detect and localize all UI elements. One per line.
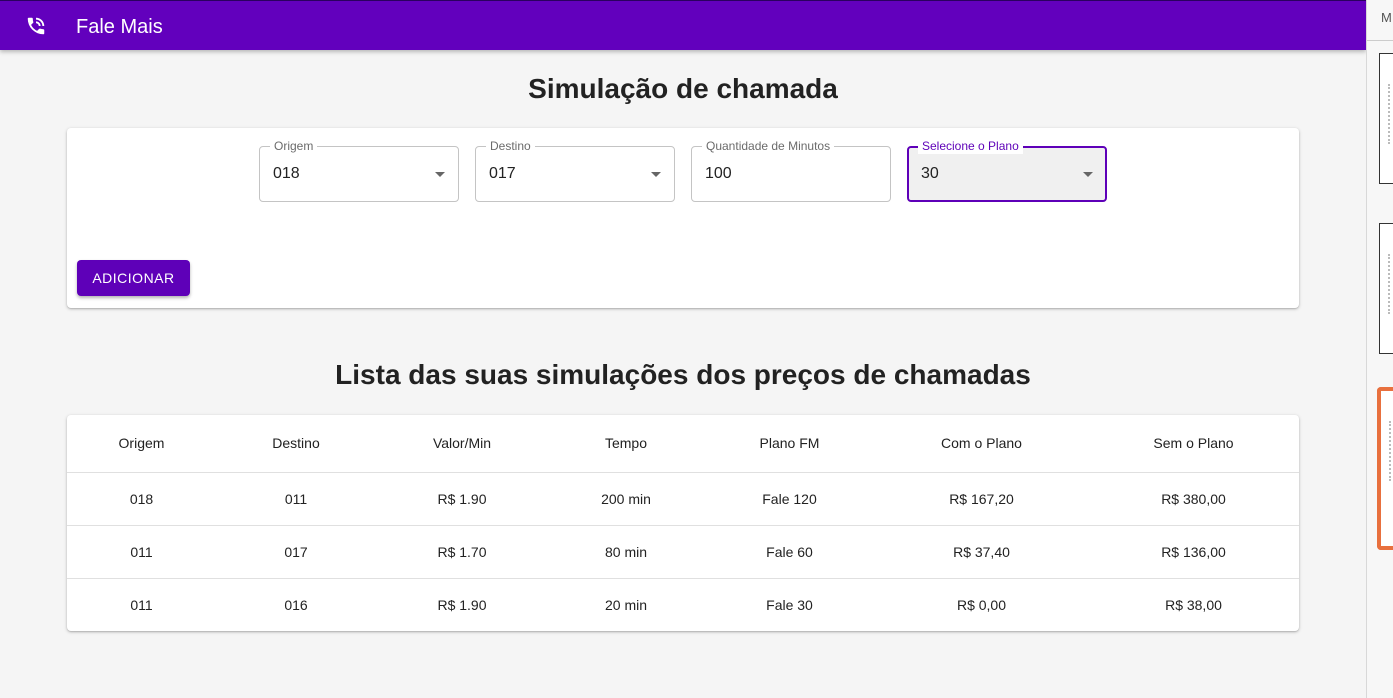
origin-value: 018 <box>273 165 300 182</box>
minutes-value: 100 <box>705 165 732 182</box>
thumbnail-content <box>1389 421 1391 481</box>
column-header-with-plan: Com o Plano <box>875 415 1088 473</box>
minutes-input[interactable]: Quantidade de Minutos 100 <box>691 138 891 202</box>
chevron-down-icon <box>651 172 661 177</box>
side-panel: M <box>1366 0 1393 698</box>
page-thumbnail[interactable] <box>1379 223 1393 354</box>
main-content: Simulação de chamada Origem 018 Destino … <box>0 50 1366 698</box>
table-row: 018 011 R$ 1.90 200 min Fale 120 R$ 167,… <box>67 472 1299 526</box>
page-thumbnail[interactable] <box>1379 53 1393 184</box>
column-header-destination: Destino <box>216 415 376 473</box>
table-row: 011 016 R$ 1.90 20 min Fale 30 R$ 0,00 R… <box>67 578 1299 631</box>
cell-destination: 011 <box>216 472 376 526</box>
origin-select[interactable]: Origem 018 <box>259 138 459 202</box>
plan-value: 30 <box>921 165 939 182</box>
app-bar: Fale Mais <box>0 0 1366 50</box>
plan-label: Selecione o Plano <box>918 138 1023 154</box>
cell-origin: 018 <box>67 472 216 526</box>
destination-select[interactable]: Destino 017 <box>475 138 675 202</box>
column-header-without-plan: Sem o Plano <box>1088 415 1299 473</box>
cell-origin: 011 <box>130 596 153 613</box>
cell-without-plan: R$ 136,00 <box>1088 525 1299 579</box>
origin-label: Origem <box>270 138 318 154</box>
simulation-table: Origem Destino Valor/Min Tempo Plano FM … <box>67 415 1299 631</box>
divider <box>1367 40 1393 41</box>
simulation-table-card: Origem Destino Valor/Min Tempo Plano FM … <box>67 415 1299 631</box>
phone-call-icon[interactable] <box>25 15 47 37</box>
page-thumbnail-selected[interactable] <box>1377 387 1393 550</box>
destination-value: 017 <box>489 165 516 182</box>
cell-time: 200 min <box>548 472 704 526</box>
cell-destination: 016 <box>284 596 308 613</box>
cell-plan: Fale 60 <box>704 525 875 579</box>
cell-time: 20 min <box>604 596 648 613</box>
table-row: 011 017 R$ 1.70 80 min Fale 60 R$ 37,40 … <box>67 525 1299 579</box>
app-title: Fale Mais <box>76 16 163 38</box>
cell-rate: R$ 1.70 <box>376 525 548 579</box>
cell-with-plan: R$ 37,40 <box>875 525 1088 579</box>
side-panel-label: M <box>1381 10 1392 25</box>
cell-without-plan: R$ 38,00 <box>1165 596 1222 613</box>
column-header-time: Tempo <box>548 415 704 473</box>
cell-with-plan: R$ 0,00 <box>956 596 1007 613</box>
destination-label: Destino <box>486 138 535 154</box>
plan-select[interactable]: Selecione o Plano 30 <box>907 138 1107 202</box>
add-button[interactable]: Adicionar <box>77 260 190 296</box>
cell-plan: Fale 30 <box>766 596 813 613</box>
column-header-plan: Plano FM <box>704 415 875 473</box>
cell-rate: R$ 1.90 <box>437 596 487 613</box>
cell-rate: R$ 1.90 <box>376 472 548 526</box>
cell-plan: Fale 120 <box>704 472 875 526</box>
simulation-form-card: Origem 018 Destino 017 Quantidade de Min… <box>67 128 1299 308</box>
thumbnail-content <box>1388 84 1390 144</box>
cell-time: 80 min <box>548 525 704 579</box>
simulation-list-heading: Lista das suas simulações dos preços de … <box>335 359 1031 390</box>
column-header-rate: Valor/Min <box>376 415 548 473</box>
cell-without-plan: R$ 380,00 <box>1088 472 1299 526</box>
chevron-down-icon <box>1083 172 1093 177</box>
minutes-label: Quantidade de Minutos <box>702 138 835 154</box>
thumbnail-content <box>1388 254 1390 314</box>
cell-destination: 017 <box>216 525 376 579</box>
simulation-heading: Simulação de chamada <box>528 73 838 104</box>
cell-with-plan: R$ 167,20 <box>875 472 1088 526</box>
table-header-row: Origem Destino Valor/Min Tempo Plano FM … <box>67 415 1299 473</box>
chevron-down-icon <box>435 172 445 177</box>
cell-origin: 011 <box>67 525 216 579</box>
column-header-origin: Origem <box>67 415 216 473</box>
